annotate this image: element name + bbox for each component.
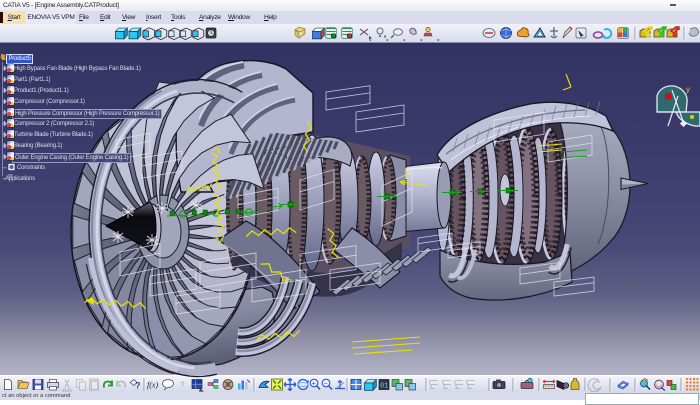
- svg-text:?: ?: [135, 381, 141, 391]
- svg-text:+: +: [312, 380, 316, 387]
- svg-text:?: ?: [180, 381, 185, 390]
- svg-text:f(x): f(x): [147, 381, 158, 390]
- svg-text:01: 01: [380, 383, 388, 391]
- svg-text:−: −: [324, 380, 328, 387]
